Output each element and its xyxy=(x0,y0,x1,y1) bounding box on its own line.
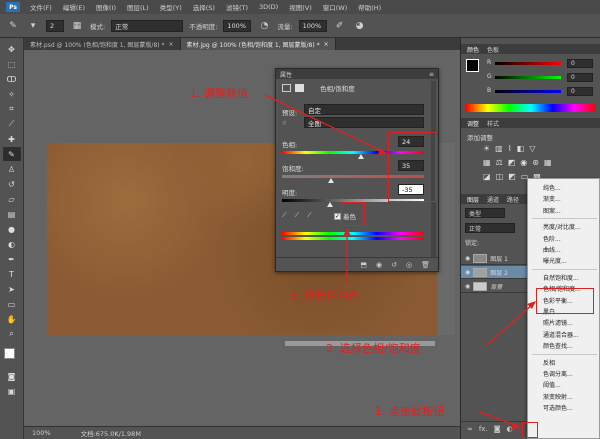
arrow-adjust xyxy=(264,94,385,153)
arrow-click xyxy=(479,411,519,427)
arrow-click-head xyxy=(512,422,522,429)
arrow-adjust-head xyxy=(378,148,388,155)
arrow-colorize-head xyxy=(343,228,351,236)
arrow-select xyxy=(485,303,534,347)
annotation-arrows xyxy=(264,94,536,429)
